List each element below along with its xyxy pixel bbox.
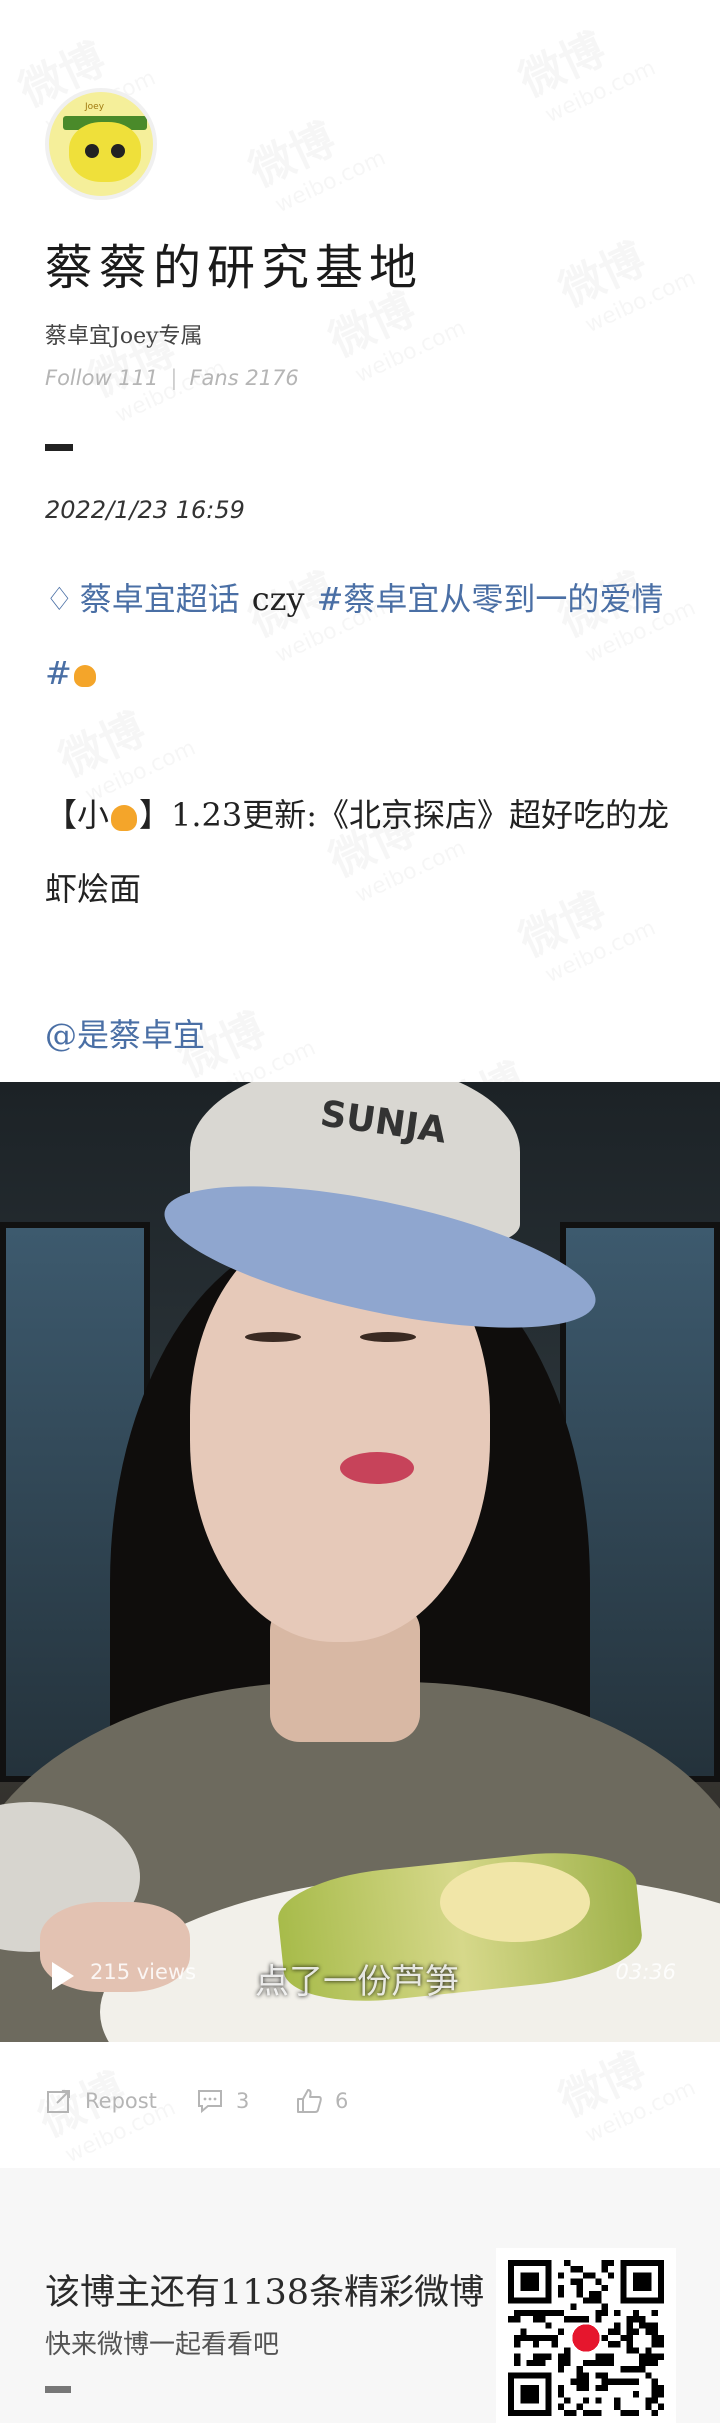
video-views: 215 views [90, 1960, 197, 1984]
repost-button[interactable]: Repost [45, 2076, 157, 2126]
post-body: 【小 】1.23更新:《北京探店》超好吃的龙虾烩面 [45, 778, 695, 926]
post-body-prefix: 【小 [45, 796, 110, 834]
repost-icon [47, 2090, 70, 2113]
post-topics: ♢ 蔡卓宜超话 czy #蔡卓宜从零到一的爱情# [45, 562, 685, 710]
avatar-label: Joey [85, 102, 105, 112]
orange-emoji-icon [73, 664, 96, 687]
qr-code[interactable] [496, 2248, 676, 2423]
video-controls: 215 views 点了一份芦笋 03:36 [0, 1952, 720, 2012]
like-count: 6 [335, 2089, 349, 2113]
follow-count[interactable]: Follow 111 [45, 366, 158, 390]
supertopic-link[interactable]: 蔡卓宜超话 [80, 580, 240, 618]
follow-stats: Follow 111 | Fans 2176 [45, 366, 299, 390]
comment-icon [198, 2090, 222, 2114]
video-player[interactable]: SUNJA 215 views 点了一份芦笋 03:36 [0, 1082, 720, 2042]
supertopic-diamond-icon: ♢ [45, 580, 74, 618]
fans-count[interactable]: Fans 2176 [189, 366, 298, 390]
repost-label: Repost [85, 2089, 157, 2113]
post-body-text: 】1.23更新:《北京探店》超好吃的龙虾烩面 [45, 796, 670, 908]
play-icon[interactable] [52, 1962, 74, 1990]
account-name[interactable]: 蔡蔡的研究基地 [45, 228, 423, 298]
account-tagline: 蔡卓宜Joey专属 [45, 324, 203, 349]
divider [45, 444, 73, 451]
avatar[interactable]: Joey [45, 88, 157, 200]
orange-emoji-icon [111, 804, 138, 831]
mention-link[interactable]: @是蔡卓宜 [45, 1010, 205, 1056]
qr-code-image [508, 2260, 664, 2416]
video-caption: 点了一份芦笋 [255, 1962, 459, 2002]
weibo-watermark: 微博weibo.com [237, 87, 389, 221]
app-promo-banner[interactable]: 该博主还有1138条精彩微博 快来微博一起看看吧 [0, 2168, 720, 2423]
weibo-watermark: 微博weibo.com [547, 207, 699, 341]
post-datetime: 2022/1/23 16:59 [45, 496, 245, 524]
post-actions: Repost 3 6 [0, 2076, 720, 2126]
thumbs-up-icon [297, 2089, 322, 2113]
like-button[interactable]: 6 [295, 2076, 348, 2126]
post-author-handle: czy [251, 580, 305, 618]
weibo-watermark: 微博weibo.com [507, 0, 659, 132]
promo-subline: 快来微博一起看看吧 [45, 2330, 280, 2360]
comment-count: 3 [236, 2089, 250, 2113]
promo-divider [45, 2386, 71, 2393]
video-duration: 03:36 [615, 1960, 676, 1984]
comment-button[interactable]: 3 [196, 2076, 249, 2126]
promo-headline: 该博主还有1138条精彩微博 [45, 2273, 485, 2313]
